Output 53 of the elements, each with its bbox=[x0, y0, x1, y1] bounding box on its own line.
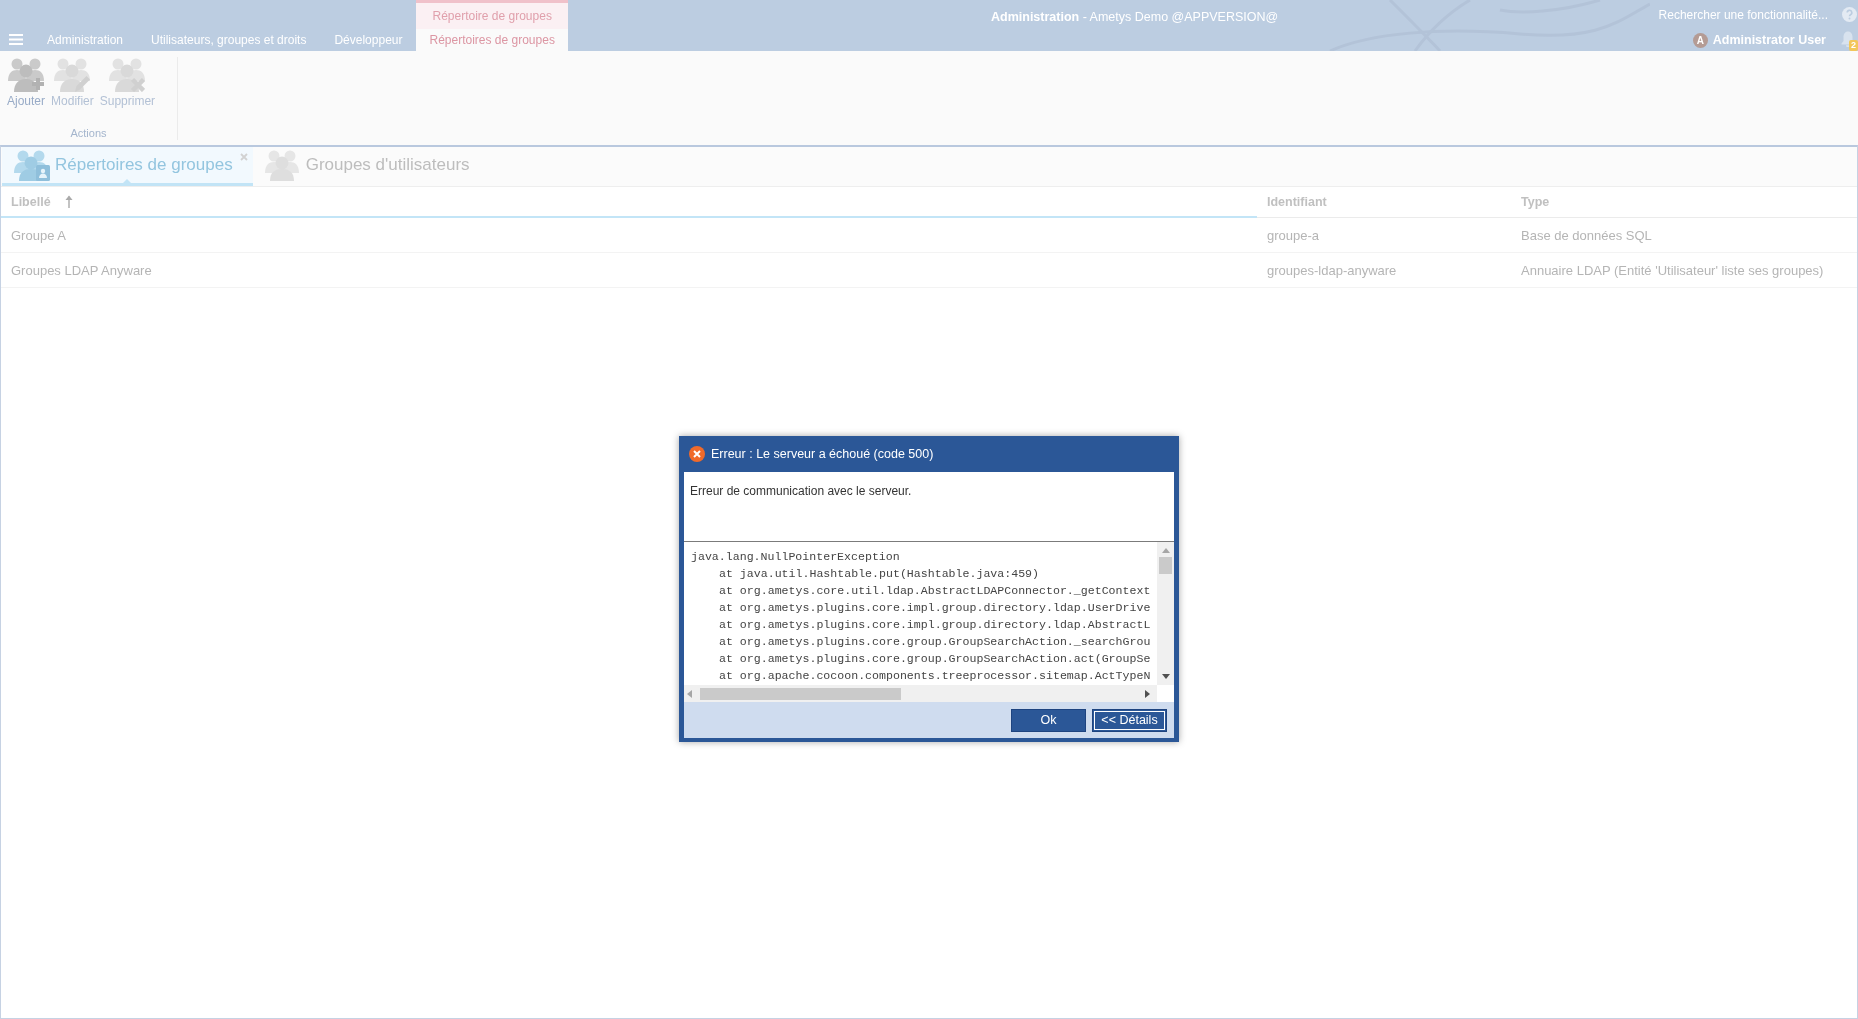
horizontal-scrollbar[interactable] bbox=[684, 685, 1157, 702]
dialog-button[interactable]: << Détails bbox=[1092, 708, 1167, 732]
stack-trace-line: at org.ametys.plugins.core.group.GroupSearchAction._searchGrou bbox=[719, 634, 1151, 650]
dialog-title: Erreur : Le serveur a échoué (code 500) bbox=[711, 447, 934, 461]
error-message: Erreur de communication avec le serveur. bbox=[690, 484, 912, 498]
arrow-down-icon[interactable] bbox=[1161, 674, 1170, 679]
table-row[interactable]: Groupe A groupe-a Base de données SQL bbox=[1, 218, 1857, 253]
stack-trace-line: at org.apache.cocoon.components.treeprocessor.sitemap.ActTypeN bbox=[719, 668, 1151, 684]
stack-trace-line: at org.ametys.plugins.core.impl.group.directory.ldap.AbstractL bbox=[719, 617, 1151, 633]
menu-icon[interactable] bbox=[9, 34, 23, 45]
dialog-button[interactable]: Ok bbox=[1011, 708, 1086, 732]
panel-tab[interactable]: Groupes d'utilisateurs bbox=[252, 147, 490, 186]
user-group-card-icon bbox=[14, 149, 50, 181]
arrow-left-icon[interactable] bbox=[687, 689, 692, 698]
table-cell: Annuaire LDAP (Entité 'Utilisateur' liste ses groupes) bbox=[1521, 262, 1824, 278]
user-group-pencil-icon bbox=[54, 58, 91, 92]
stack-trace-line: at java.util.Hashtable.put(Hashtable.java:459) bbox=[719, 566, 1040, 582]
vertical-scrollbar[interactable] bbox=[1157, 542, 1174, 685]
table-cell: groupes-ldap-anyware bbox=[1267, 262, 1397, 278]
menu-tab[interactable]: Utilisateurs, groupes et droits bbox=[137, 29, 321, 51]
help-icon[interactable] bbox=[1842, 7, 1857, 22]
column-header[interactable]: Libellé bbox=[1, 187, 1257, 218]
stack-trace-line: java.lang.NullPointerException bbox=[691, 549, 900, 565]
column-header[interactable]: Type bbox=[1511, 187, 1857, 218]
table-cell: Groupe A bbox=[11, 227, 66, 243]
user-avatar: A bbox=[1692, 32, 1708, 48]
window-title: Administration - Ametys Demo @APPVERSION@ bbox=[991, 10, 1279, 24]
table-cell: groupe-a bbox=[1267, 227, 1320, 243]
stack-trace-line: at org.ametys.plugins.core.group.GroupSearchAction.act(GroupSe bbox=[719, 651, 1151, 667]
close-icon[interactable] bbox=[239, 153, 248, 161]
ribbon-group-label: Actions bbox=[70, 127, 107, 140]
menu-tab[interactable]: Administration bbox=[33, 29, 138, 51]
ribbon-button[interactable]: Ajouter bbox=[5, 58, 48, 127]
search-field[interactable]: Rechercher une fonctionnalité... bbox=[1638, 7, 1828, 22]
menu-tab[interactable]: Développeur bbox=[320, 29, 417, 51]
contextual-group-label: Répertoire de groupes bbox=[431, 8, 553, 25]
user-name[interactable]: Administrator User bbox=[1712, 33, 1826, 47]
user-group-cross-icon bbox=[109, 58, 146, 92]
user-group-plus-icon bbox=[8, 58, 44, 92]
notification-badge: 2 bbox=[1849, 40, 1858, 51]
panel-tab[interactable]: Répertoires de groupes bbox=[2, 147, 253, 186]
scrollbar-thumb[interactable] bbox=[1159, 557, 1172, 574]
arrow-right-icon[interactable] bbox=[1145, 689, 1150, 698]
column-header[interactable]: Identifiant bbox=[1257, 187, 1511, 218]
table-cell: Groupes LDAP Anyware bbox=[11, 262, 152, 278]
error-icon bbox=[689, 446, 705, 462]
table-row[interactable]: Groupes LDAP Anyware groupes-ldap-anyware Annuaire LDAP (Entité 'Utilisateur' liste ses groupes) bbox=[1, 253, 1857, 288]
stack-trace-line: at org.ametys.core.util.ldap.AbstractLDAPConnector._getContext bbox=[719, 583, 1151, 599]
stack-trace-line: at org.ametys.plugins.core.impl.group.directory.ldap.UserDrive bbox=[719, 600, 1151, 616]
table-cell: Base de données SQL bbox=[1521, 227, 1652, 243]
arrow-up-icon[interactable] bbox=[1161, 548, 1170, 553]
scrollbar-thumb[interactable] bbox=[700, 687, 901, 700]
contextual-tab[interactable]: Répertoires de groupes bbox=[416, 29, 568, 51]
